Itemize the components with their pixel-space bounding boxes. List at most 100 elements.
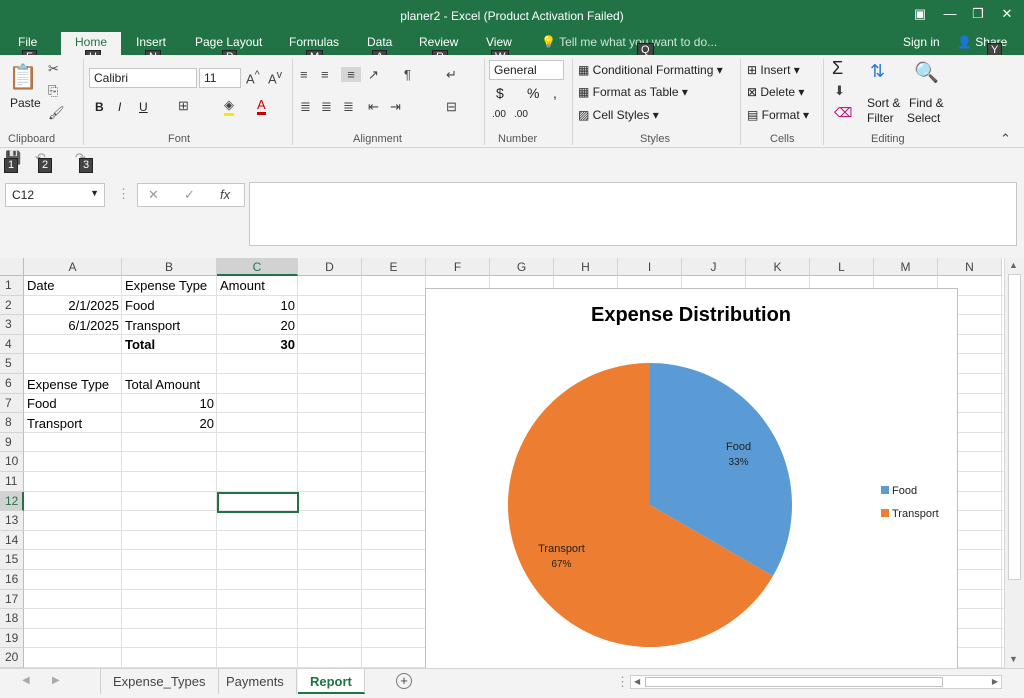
insert-cells-button[interactable]: ⊞ Insert ▾: [747, 63, 800, 77]
row-header-10[interactable]: 10: [0, 452, 24, 472]
font-name-select[interactable]: Calibri: [89, 68, 197, 88]
find-select-label-2[interactable]: Select: [907, 111, 940, 125]
column-header-a[interactable]: A: [24, 258, 122, 276]
bold-button[interactable]: B: [95, 100, 104, 114]
percent-button[interactable]: %: [527, 85, 539, 101]
italic-button[interactable]: I: [118, 100, 121, 114]
tab-split-icon[interactable]: ⋮: [616, 674, 629, 690]
cell-b4[interactable]: Total: [122, 337, 217, 352]
worksheet-grid[interactable]: ABCDEFGHIJKLMN 1 2 3 4 5 6 7 8 9 10 11 12 13 14 15 16 17…: [0, 258, 1004, 668]
row-header-6[interactable]: 6: [0, 374, 24, 394]
vertical-scrollbar[interactable]: ▲ ▼: [1004, 258, 1024, 668]
close-icon[interactable]: ✕: [995, 4, 1019, 24]
row-header-11[interactable]: 11: [0, 472, 24, 492]
orientation-icon[interactable]: ↗: [368, 67, 379, 83]
align-bottom-icon[interactable]: ≡: [341, 67, 361, 82]
decrease-font-icon[interactable]: Av: [268, 69, 282, 86]
align-right-icon[interactable]: ≣: [343, 99, 354, 115]
autosum-button[interactable]: Σ: [832, 58, 843, 79]
wrap-text-icon[interactable]: ↵: [446, 67, 457, 83]
minimize-icon[interactable]: —: [938, 4, 962, 24]
scroll-up-icon[interactable]: ▲: [1009, 260, 1018, 270]
align-top-icon[interactable]: ≡: [300, 67, 308, 82]
cell-b3[interactable]: Transport: [122, 318, 217, 333]
row-header-2[interactable]: 2: [0, 295, 24, 316]
row-header-20[interactable]: 20: [0, 648, 24, 668]
delete-cells-button[interactable]: ⊠ Delete ▾: [747, 85, 804, 99]
new-sheet-icon[interactable]: +: [396, 673, 412, 689]
row-header-8[interactable]: 8: [0, 413, 24, 433]
cancel-icon[interactable]: ✕: [148, 187, 159, 203]
row-header-19[interactable]: 19: [0, 628, 24, 649]
enter-icon[interactable]: ✓: [184, 187, 195, 203]
active-cell[interactable]: [217, 492, 299, 513]
paste-icon[interactable]: 📋: [8, 63, 38, 93]
sheet-tab-payments[interactable]: Payments: [214, 669, 297, 694]
sort-filter-icon[interactable]: ⇅: [870, 61, 885, 82]
find-select-icon[interactable]: 🔍: [914, 60, 939, 85]
column-header-c[interactable]: C: [217, 258, 298, 276]
column-header-i[interactable]: I: [618, 258, 682, 276]
scroll-down-icon[interactable]: ▼: [1009, 654, 1018, 664]
hscroll-thumb[interactable]: [645, 677, 943, 687]
row-header-16[interactable]: 16: [0, 570, 24, 590]
previous-sheet-icon[interactable]: ◀: [22, 675, 30, 686]
decrease-indent-icon[interactable]: ⇤: [368, 99, 379, 115]
cell-c1[interactable]: Amount: [217, 278, 298, 293]
underline-button[interactable]: U: [139, 100, 148, 114]
cell-b2[interactable]: Food: [122, 298, 217, 313]
tab-view[interactable]: View: [486, 35, 512, 49]
number-format-select[interactable]: General: [489, 60, 564, 80]
name-box[interactable]: C12 ▼: [5, 183, 105, 207]
cell-c2[interactable]: 10: [217, 298, 298, 313]
cell-c4[interactable]: 30: [217, 337, 298, 352]
find-select-label[interactable]: Find &: [909, 96, 944, 110]
cell-a1[interactable]: Date: [24, 278, 122, 293]
align-center-icon[interactable]: ≣: [321, 99, 332, 115]
increase-decimal-button[interactable]: .00: [492, 109, 506, 120]
clear-icon[interactable]: ⌫: [834, 105, 852, 121]
scroll-right-icon[interactable]: ▶: [992, 677, 998, 686]
column-header-h[interactable]: H: [554, 258, 618, 276]
tab-data[interactable]: Data: [367, 35, 392, 49]
sign-in-link[interactable]: Sign in: [903, 35, 940, 49]
row-header-15[interactable]: 15: [0, 550, 24, 570]
row-header-3[interactable]: 3: [0, 315, 24, 335]
scroll-thumb[interactable]: [1008, 274, 1021, 580]
row-header-17[interactable]: 17: [0, 589, 24, 610]
select-all-corner[interactable]: [0, 258, 24, 276]
font-size-select[interactable]: 11: [199, 68, 241, 88]
ribbon-display-icon[interactable]: ▣: [908, 4, 932, 24]
fill-icon[interactable]: ⬇: [834, 83, 845, 99]
fill-color-icon[interactable]: ◈: [224, 97, 234, 116]
conditional-formatting-button[interactable]: ▦ Conditional Formatting ▾: [578, 63, 723, 77]
sheet-tab-expense-types[interactable]: Expense_Types: [100, 669, 219, 694]
cell-a8[interactable]: Transport: [24, 416, 122, 431]
cell-b1[interactable]: Expense Type: [122, 278, 217, 293]
scroll-left-icon[interactable]: ◀: [634, 677, 640, 686]
row-header-12[interactable]: 12: [0, 491, 24, 512]
horizontal-scrollbar[interactable]: ◀ ▶: [630, 675, 1002, 689]
sheet-tab-report[interactable]: Report: [298, 669, 365, 694]
tab-page-layout[interactable]: Page Layout: [195, 35, 262, 49]
copy-icon[interactable]: ⎘: [48, 83, 58, 99]
row-header-9[interactable]: 9: [0, 432, 24, 453]
column-header-l[interactable]: L: [810, 258, 874, 276]
tab-formulas[interactable]: Formulas: [289, 35, 339, 49]
insert-function-icon[interactable]: fx: [220, 187, 230, 202]
column-header-d[interactable]: D: [298, 258, 362, 276]
format-painter-icon[interactable]: 🖌: [48, 105, 65, 121]
cell-a6[interactable]: Expense Type: [24, 377, 122, 392]
paste-button[interactable]: Paste: [10, 96, 41, 110]
collapse-ribbon-icon[interactable]: ⌃: [1000, 131, 1011, 147]
sort-filter-label[interactable]: Sort &: [867, 96, 900, 110]
row-header-14[interactable]: 14: [0, 530, 24, 551]
cut-icon[interactable]: ✂: [48, 61, 59, 77]
column-header-g[interactable]: G: [490, 258, 554, 276]
increase-font-icon[interactable]: A^: [246, 69, 260, 86]
merge-center-icon[interactable]: ⊟: [446, 99, 457, 115]
column-header-b[interactable]: B: [122, 258, 217, 276]
tell-me-search[interactable]: 💡 Tell me what you want to do...: [541, 35, 717, 49]
comma-button[interactable]: ,: [553, 85, 557, 101]
tab-file[interactable]: File: [18, 35, 37, 49]
